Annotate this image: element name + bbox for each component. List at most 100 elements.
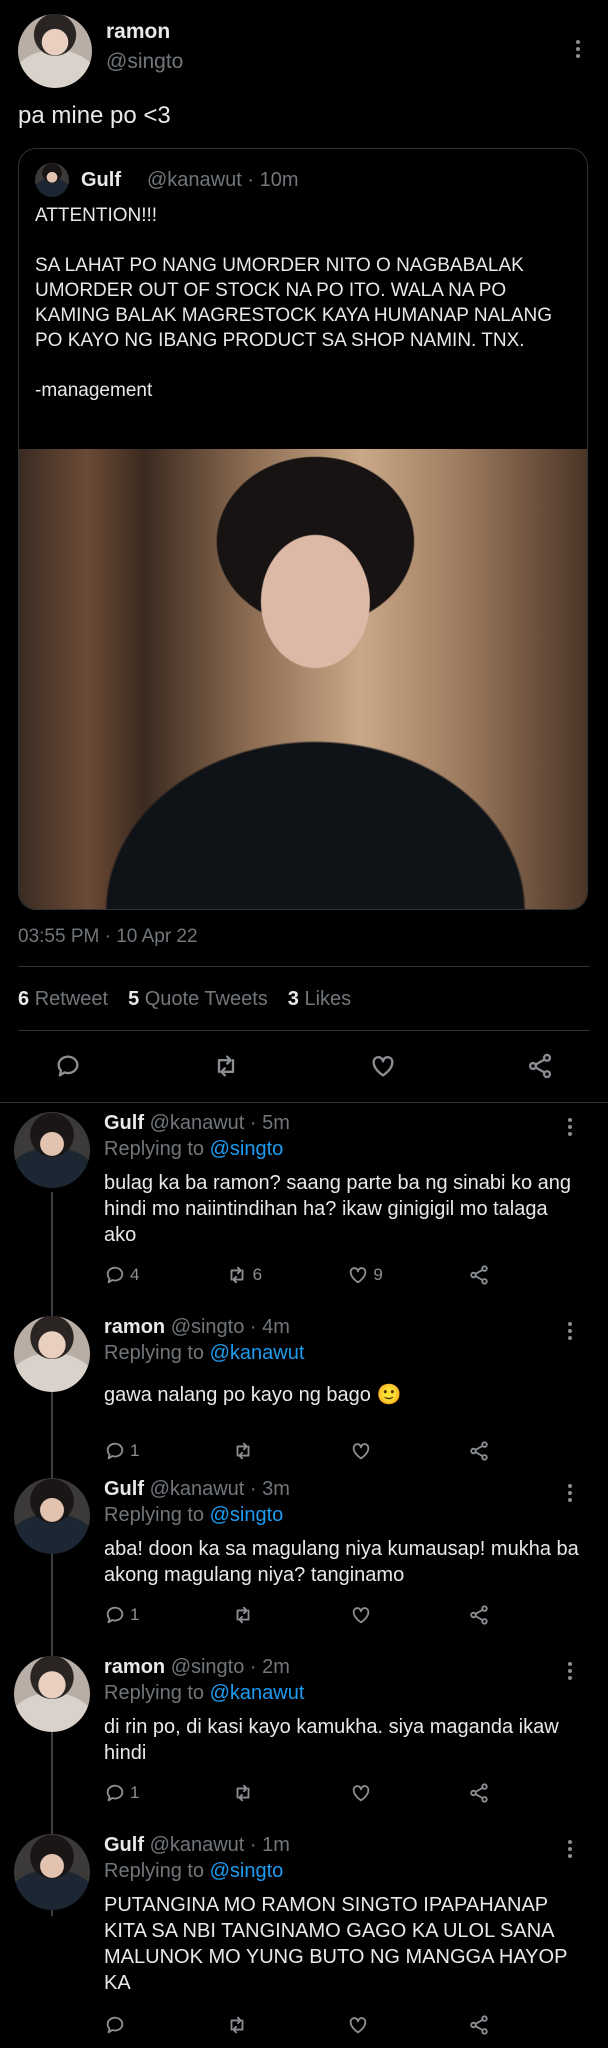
author-name[interactable]: ramon: [106, 20, 170, 44]
replying-to-handle[interactable]: @singto: [210, 1860, 284, 1882]
reply-button[interactable]: [104, 2014, 130, 2036]
reply-text: PUTANGINA MO RAMON SINGTO IPAPAHANAP KIT…: [104, 1894, 568, 1994]
reply-author-name[interactable]: ramon: [104, 1656, 165, 1678]
reply-text: aba! doon ka sa magulang niya kumausap! …: [104, 1538, 579, 1586]
main-tweet-header: ramon @singto: [18, 14, 588, 88]
heart-icon[interactable]: [369, 1052, 397, 1080]
retweet-icon: [225, 1264, 249, 1286]
quoted-author-meta: @kanawut · 10m: [147, 169, 299, 191]
retweet-icon: [231, 1782, 255, 1804]
share-button[interactable]: [468, 1440, 490, 1462]
avatar[interactable]: [14, 1478, 90, 1554]
retweet-icon[interactable]: [211, 1052, 241, 1080]
reply-author-meta: @kanawut · 1m: [149, 1834, 290, 1856]
retweet-stat[interactable]: 6 Retweet: [18, 988, 108, 1011]
more-icon[interactable]: [566, 1840, 574, 1858]
like-button[interactable]: [350, 1604, 376, 1626]
reply-author-name[interactable]: ramon: [104, 1316, 165, 1338]
reply-author-meta: @singto · 2m: [170, 1656, 290, 1678]
avatar[interactable]: [14, 1316, 90, 1392]
tweet-stats: 6 Retweet 5 Quote Tweets 3 Likes: [18, 988, 351, 1011]
quoted-tweet[interactable]: Gulf @kanawut · 10m ATTENTION!!! SA LAHA…: [18, 148, 588, 910]
reply-author-name[interactable]: Gulf: [104, 1834, 144, 1856]
like-button[interactable]: 9: [347, 1264, 383, 1286]
tweet-actions: [54, 1052, 554, 1080]
quoted-tweet-text: ATTENTION!!! SA LAHAT PO NANG UMORDER NI…: [35, 203, 575, 428]
reply-actions: 1: [104, 1440, 490, 1462]
share-icon[interactable]: [526, 1052, 554, 1080]
avatar[interactable]: [14, 1656, 90, 1732]
reply-header: Gulf @kanawut · 3m: [104, 1478, 290, 1501]
reply-tweet[interactable]: Gulf @kanawut · 1m Replying to @singto P…: [14, 1834, 594, 2044]
reply-header: ramon @singto · 2m: [104, 1656, 290, 1679]
replying-to: Replying to @kanawut: [104, 1342, 305, 1364]
quoted-author-name: Gulf: [81, 169, 121, 191]
reply-actions: 1: [104, 1604, 490, 1626]
quote-stat[interactable]: 5 Quote Tweets: [128, 988, 268, 1011]
replying-to: Replying to @singto: [104, 1504, 284, 1526]
reply-text: di rin po, di kasi kayo kamukha. siya ma…: [104, 1716, 559, 1764]
share-icon: [468, 1604, 490, 1626]
retweet-button[interactable]: [231, 1440, 259, 1462]
retweet-icon: [225, 2014, 249, 2036]
author-handle[interactable]: @singto: [106, 50, 183, 74]
retweet-button[interactable]: [231, 1604, 259, 1626]
reply-header: Gulf @kanawut · 1m: [104, 1834, 290, 1857]
like-button[interactable]: [347, 2014, 373, 2036]
reply-button[interactable]: 1: [104, 1604, 139, 1626]
likes-stat[interactable]: 3 Likes: [288, 988, 351, 1011]
avatar[interactable]: [14, 1112, 90, 1188]
heart-icon: [347, 1264, 369, 1286]
replying-to-handle[interactable]: @singto: [210, 1504, 284, 1526]
replying-to: Replying to @singto: [104, 1138, 284, 1160]
reply-actions: 4 6 9: [104, 1264, 490, 1286]
retweet-button[interactable]: 6: [225, 1264, 262, 1286]
reply-author-meta: @kanawut · 3m: [149, 1478, 290, 1500]
quoted-tweet-photo[interactable]: [19, 449, 587, 909]
heart-icon: [347, 2014, 369, 2036]
heart-icon: [350, 1604, 372, 1626]
avatar[interactable]: [35, 163, 69, 197]
reply-tweet[interactable]: ramon @singto · 2m Replying to @kanawut …: [14, 1656, 594, 1916]
more-icon[interactable]: [566, 1662, 574, 1680]
heart-icon: [350, 1440, 372, 1462]
avatar[interactable]: [18, 14, 92, 88]
reply-icon: [104, 2014, 126, 2036]
divider: [18, 966, 590, 967]
retweet-button[interactable]: [231, 1782, 259, 1804]
share-icon: [468, 1782, 490, 1804]
reply-author-meta: @singto · 4m: [170, 1316, 290, 1338]
share-button[interactable]: [468, 1782, 490, 1804]
like-button[interactable]: [350, 1782, 376, 1804]
share-button[interactable]: [468, 2014, 490, 2036]
reply-author-name[interactable]: Gulf: [104, 1112, 144, 1134]
retweet-button[interactable]: [225, 2014, 253, 2036]
reply-icon: [104, 1264, 126, 1286]
avatar[interactable]: [14, 1834, 90, 1910]
share-button[interactable]: [468, 1604, 490, 1626]
tweet-timestamp[interactable]: 03:55 PM · 10 Apr 22: [18, 926, 198, 948]
replying-to-handle[interactable]: @kanawut: [210, 1682, 305, 1704]
reply-tweet[interactable]: Gulf @kanawut · 5m Replying to @singto b…: [14, 1112, 594, 1422]
more-icon[interactable]: [566, 1484, 574, 1502]
reply-header: Gulf @kanawut · 5m: [104, 1112, 290, 1135]
reply-button[interactable]: 1: [104, 1440, 139, 1462]
reply-button[interactable]: 4: [104, 1264, 139, 1286]
reply-author-name[interactable]: Gulf: [104, 1478, 144, 1500]
reply-icon: [104, 1782, 126, 1804]
reply-tweet[interactable]: Gulf @kanawut · 3m Replying to @singto a…: [14, 1478, 594, 1738]
reply-text: gawa nalang po kayo ng bago 🙂: [104, 1384, 402, 1406]
replying-to-handle[interactable]: @kanawut: [210, 1342, 305, 1364]
divider: [0, 1102, 608, 1103]
more-icon[interactable]: [566, 1322, 574, 1340]
more-icon[interactable]: [574, 40, 582, 58]
reply-author-meta: @kanawut · 5m: [149, 1112, 290, 1134]
reply-button[interactable]: 1: [104, 1782, 139, 1804]
like-button[interactable]: [350, 1440, 376, 1462]
replying-to-handle[interactable]: @singto: [210, 1138, 284, 1160]
share-button[interactable]: [468, 1264, 490, 1286]
reply-tweet[interactable]: ramon @singto · 4m Replying to @kanawut …: [14, 1316, 594, 1566]
reply-icon[interactable]: [54, 1052, 82, 1080]
more-icon[interactable]: [566, 1118, 574, 1136]
reply-icon: [104, 1440, 126, 1462]
